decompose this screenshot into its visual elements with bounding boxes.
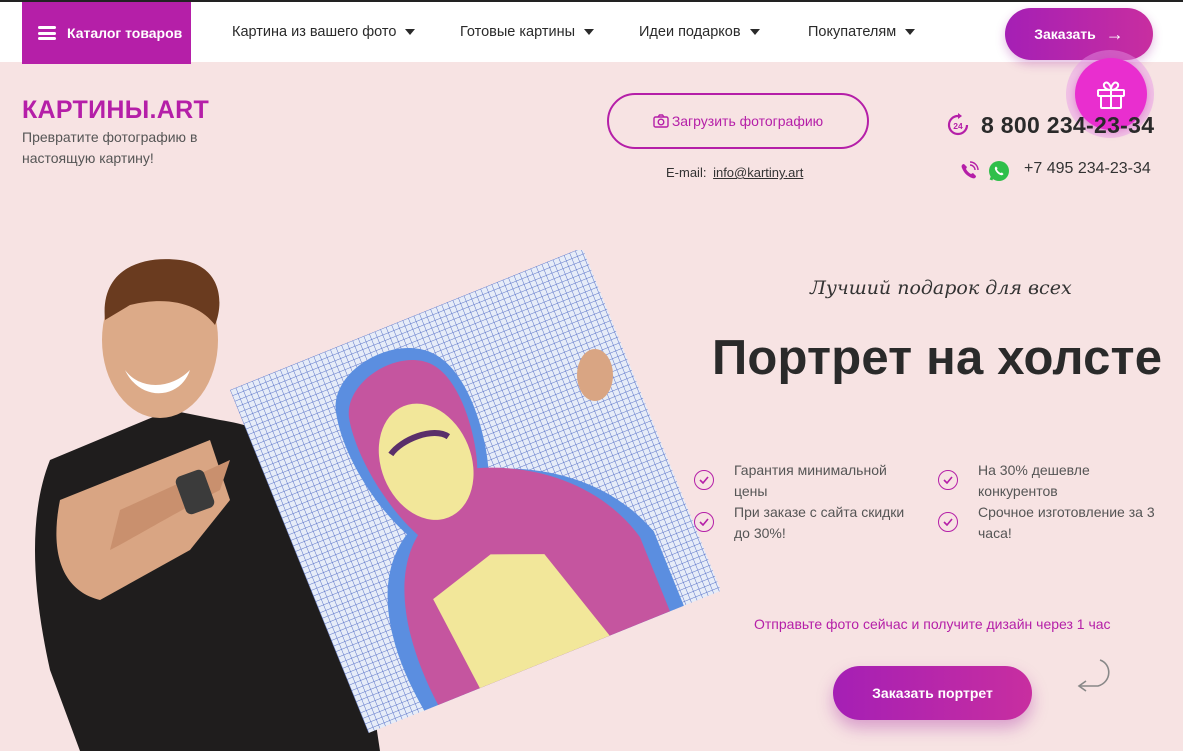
badge-24: 24	[953, 121, 963, 131]
email-link[interactable]: info@kartiny.art	[713, 165, 803, 180]
hero-photo	[35, 250, 720, 751]
order-label: Заказать	[1034, 26, 1096, 42]
phone-main[interactable]: 8 800 234-23-34	[981, 112, 1154, 139]
arrow-right-icon: →	[1105, 23, 1124, 44]
caret-down-icon	[584, 29, 595, 35]
top-navigation: Каталог товаров Картина из вашего фото Г…	[0, 0, 1183, 64]
email-line: E-mail: info@kartiny.art	[666, 165, 803, 180]
nav-item-label: Покупателям	[808, 24, 897, 40]
check-icon	[938, 470, 958, 490]
check-icon	[938, 512, 958, 532]
nav-item-gift-ideas[interactable]: Идеи подарков	[639, 24, 760, 40]
caret-down-icon	[905, 29, 916, 35]
feature-text: На 30% дешевле конкурентов	[978, 462, 1090, 499]
caret-down-icon	[405, 29, 416, 35]
gift-icon	[1097, 81, 1125, 109]
email-prefix: E-mail:	[666, 165, 707, 180]
site-logo[interactable]: КАРТИНЫ.ART	[22, 96, 209, 125]
catalog-label: Каталог товаров	[67, 25, 183, 41]
curved-arrow-icon	[1077, 659, 1110, 692]
feature-text: Гарантия минимальной цены	[734, 462, 887, 499]
caret-down-icon	[749, 29, 760, 35]
check-icon	[694, 512, 714, 532]
nav-item-label: Готовые картины	[460, 24, 576, 40]
feature-text: Срочное изготовление за 3 часа!	[978, 504, 1155, 541]
order-button[interactable]: Заказать →	[1005, 8, 1153, 60]
upload-label: Загрузить фотографию	[671, 113, 824, 129]
clock-24-icon: 24	[947, 113, 969, 136]
nav-item-customers[interactable]: Покупателям	[808, 24, 916, 40]
hero-title: Портрет на холсте	[712, 331, 1163, 385]
feature-item: На 30% дешевле конкурентов	[938, 460, 1148, 502]
tagline: Превратите фотографию в настоящую картин…	[22, 129, 198, 166]
catalog-button[interactable]: Каталог товаров	[22, 2, 191, 64]
phone-secondary[interactable]: +7 495 234-23-34	[1024, 160, 1151, 178]
nav-item-ready-paintings[interactable]: Готовые картины	[460, 24, 595, 40]
feature-item: Срочное изготовление за 3 часа!	[938, 502, 1168, 544]
whatsapp-icon[interactable]	[988, 160, 1010, 182]
hero-subtitle: Лучший подарок для всех	[810, 277, 1072, 299]
menu-icon	[38, 26, 56, 40]
camera-icon	[653, 114, 669, 128]
viber-icon[interactable]	[958, 160, 980, 182]
feature-item: При заказе с сайта скидки до 30%!	[694, 502, 924, 544]
feature-text: При заказе с сайта скидки до 30%!	[734, 504, 905, 541]
check-icon	[694, 470, 714, 490]
nav-item-photo-painting[interactable]: Картина из вашего фото	[232, 24, 416, 40]
order-portrait-button[interactable]: Заказать портрет	[833, 666, 1032, 720]
promo-text: Отправьте фото сейчас и получите дизайн …	[754, 616, 1111, 632]
upload-photo-button[interactable]: Загрузить фотографию	[607, 93, 869, 149]
feature-item: Гарантия минимальной цены	[694, 460, 904, 502]
nav-item-label: Картина из вашего фото	[232, 24, 397, 40]
nav-item-label: Идеи подарков	[639, 24, 741, 40]
